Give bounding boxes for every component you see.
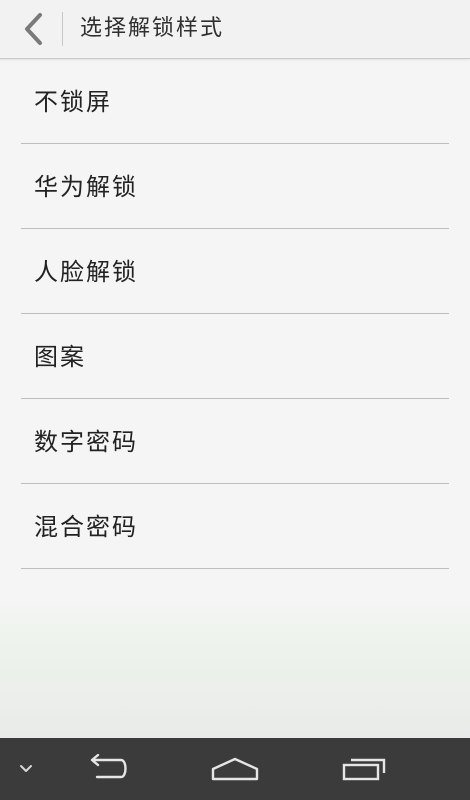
hide-nav-button[interactable] [8,738,44,800]
list-item-huawei-unlock[interactable]: 华为解锁 [21,144,449,229]
list-item-password[interactable]: 混合密码 [21,484,449,569]
list-item-label: 数字密码 [34,428,138,456]
list-item-label: 人脸解锁 [34,258,138,286]
action-bar: 选择解锁样式 [0,0,470,59]
list-item-label: 图案 [34,343,86,371]
home-nav-button[interactable] [200,738,270,800]
chevron-left-icon [25,13,42,45]
back-button[interactable] [10,6,56,52]
header-divider [62,12,63,46]
list-item-label: 混合密码 [34,513,138,541]
page-title: 选择解锁样式 [80,16,225,41]
list-item-pin[interactable]: 数字密码 [21,399,449,484]
list-item-label: 华为解锁 [34,173,138,201]
list-item-face-unlock[interactable]: 人脸解锁 [21,229,449,314]
chevron-down-icon [20,765,32,772]
system-nav-bar [0,738,470,800]
home-icon [211,757,259,781]
back-nav-button[interactable] [70,738,140,800]
list-item-no-lock[interactable]: 不锁屏 [21,59,449,144]
back-arrow-icon [90,754,127,779]
recent-apps-nav-button[interactable] [330,738,400,800]
settings-screen: 选择解锁样式 不锁屏 华为解锁 人脸解锁 图案 数字密码 混合密码 [0,0,470,738]
lock-style-list: 不锁屏 华为解锁 人脸解锁 图案 数字密码 混合密码 [0,59,470,569]
list-item-pattern[interactable]: 图案 [21,314,449,399]
list-item-label: 不锁屏 [34,88,112,116]
recent-apps-icon [342,758,386,781]
